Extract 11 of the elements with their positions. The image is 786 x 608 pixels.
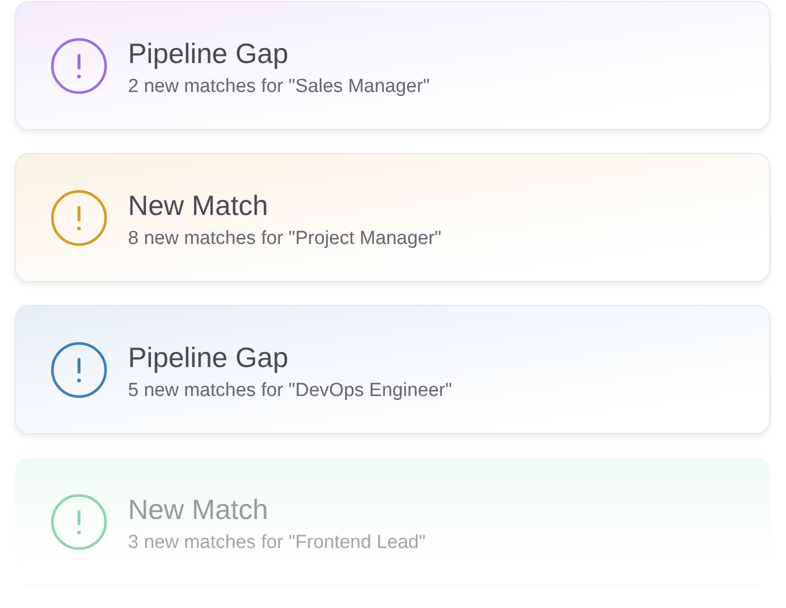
notification-card[interactable]: Pipeline Gap 2 new matches for "Sales Manager" bbox=[15, 1, 770, 130]
notification-message: 3 new matches for "Frontend Lead" bbox=[128, 530, 426, 554]
notification-title: Pipeline Gap bbox=[128, 340, 290, 374]
notification-message: 2 new matches for "Sales Manager" bbox=[128, 74, 430, 98]
notification-message: 8 new matches for "Project Manager" bbox=[128, 226, 442, 250]
notification-title: New Match bbox=[128, 492, 270, 526]
notification-card[interactable]: Pipeline Gap 5 new matches for "DevOps Engineer" bbox=[15, 305, 770, 434]
notification-title: Pipeline Gap bbox=[128, 36, 290, 70]
notification-card[interactable]: New Match 8 new matches for "Project Manager" bbox=[15, 153, 770, 282]
notification-title: New Match bbox=[128, 188, 270, 222]
notification-message: 5 new matches for "DevOps Engineer" bbox=[128, 378, 452, 402]
